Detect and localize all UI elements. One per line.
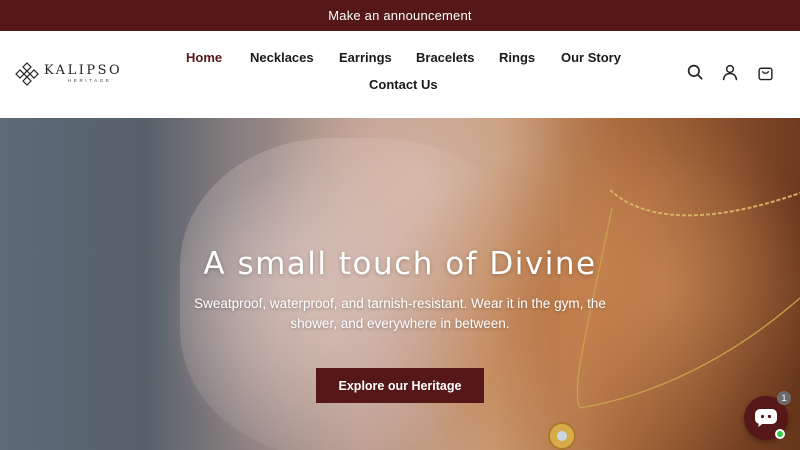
nav-item-home[interactable]: Home xyxy=(186,50,222,65)
nav-item-our-story[interactable]: Our Story xyxy=(561,50,621,65)
hero-title: A small touch of Divine xyxy=(203,246,597,282)
nav-item-necklaces[interactable]: Necklaces xyxy=(250,50,314,65)
cart-icon xyxy=(757,67,773,80)
search-icon xyxy=(687,64,703,80)
chat-online-status-dot xyxy=(775,429,785,439)
site-header: KALIPSO HERITAGE Home Necklaces Earrings… xyxy=(0,31,800,118)
logo-mark-icon xyxy=(15,62,39,86)
announcement-bar: Make an announcement xyxy=(0,0,800,31)
nav-item-bracelets[interactable]: Bracelets xyxy=(416,50,475,65)
announcement-text: Make an announcement xyxy=(328,8,472,23)
brand-tagline: HERITAGE xyxy=(68,78,112,84)
search-button[interactable] xyxy=(684,61,706,83)
brand-logo[interactable]: KALIPSO HERITAGE xyxy=(15,59,122,89)
hero-subtitle: Sweatproof, waterproof, and tarnish-resi… xyxy=(194,296,606,331)
explore-heritage-button[interactable]: Explore our Heritage xyxy=(316,368,484,403)
nav-item-earrings[interactable]: Earrings xyxy=(339,50,392,65)
hero-banner: A small touch of Divine Sweatproof, wate… xyxy=(0,118,800,450)
nav-item-rings[interactable]: Rings xyxy=(499,50,535,65)
account-button[interactable] xyxy=(719,61,741,83)
chat-notification-badge: 1 xyxy=(777,391,791,405)
cart-button[interactable] xyxy=(754,61,776,83)
brand-name: KALIPSO xyxy=(44,63,123,79)
chat-icon xyxy=(755,409,777,427)
nav-item-contact-us[interactable]: Contact Us xyxy=(369,77,438,92)
account-icon xyxy=(722,64,738,81)
